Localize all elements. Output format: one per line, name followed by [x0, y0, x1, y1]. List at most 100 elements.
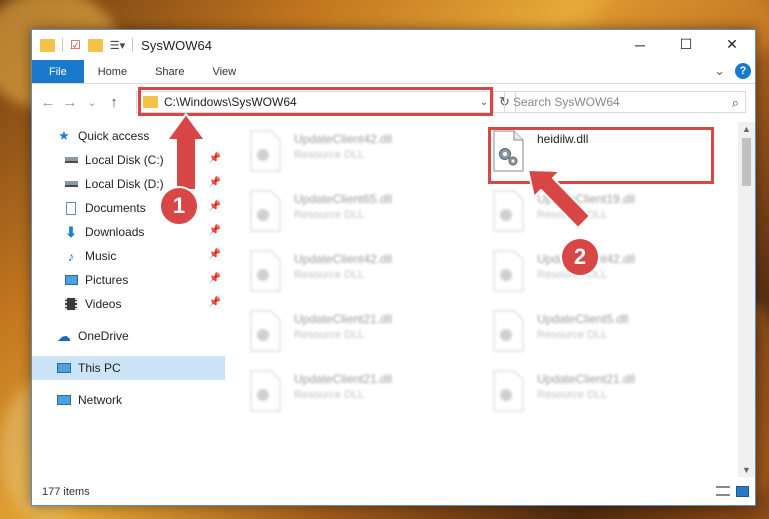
pin-icon[interactable]: 📌: [209, 297, 221, 308]
title-bar: ☑ ☰▾ SysWOW64 ─ ☐ ✕: [32, 30, 755, 60]
back-arrow-icon[interactable]: ←: [38, 94, 58, 111]
file-name: UpdateClient21.dll: [537, 372, 636, 386]
file-name: UpdateClient42.dll: [294, 252, 393, 266]
vertical-scrollbar[interactable]: ▲ ▼: [738, 122, 755, 477]
file-type: Resource DLL: [294, 329, 365, 341]
sidebar-item-quick-access[interactable]: ★ Quick access: [32, 124, 225, 148]
pin-icon[interactable]: 📌: [209, 201, 221, 212]
file-name: UpdateClient21.dll: [294, 372, 393, 386]
forward-arrow-icon[interactable]: →: [60, 94, 80, 111]
sidebar-item-label: Videos: [85, 297, 122, 311]
pin-icon[interactable]: 📌: [209, 153, 221, 164]
list-item[interactable]: UpdateClient42.dll Resource DLL: [249, 246, 479, 300]
maximize-button[interactable]: ☐: [663, 30, 709, 59]
expand-ribbon-icon[interactable]: ⌄: [714, 63, 725, 79]
downloads-icon: ⬇: [65, 223, 77, 240]
file-type: Resource DLL: [294, 209, 365, 221]
navigation-pane: ★ Quick access Local Disk (C:) 📌 Local D…: [32, 122, 225, 477]
file-name: UpdateClient21.dll: [294, 312, 393, 326]
pin-icon[interactable]: 📌: [209, 273, 221, 284]
search-input[interactable]: Search SysWOW64 ⌕: [504, 91, 746, 113]
sidebar-item-label: Documents: [85, 201, 146, 215]
file-name: UpdateClient19.dll: [537, 192, 636, 206]
tab-home[interactable]: Home: [84, 60, 141, 83]
pin-icon[interactable]: 📌: [209, 177, 221, 188]
tab-share[interactable]: Share: [141, 60, 198, 83]
tab-file[interactable]: File: [32, 60, 84, 83]
dll-file-icon: [492, 250, 525, 292]
network-icon: [56, 393, 72, 407]
list-item[interactable]: UpdateClient19.dll Resource DLL: [492, 186, 722, 240]
music-icon: ♪: [67, 248, 75, 264]
step-badge-2: 2: [560, 237, 600, 277]
file-type: Resource DLL: [294, 149, 365, 161]
step-badge-1: 1: [159, 186, 199, 226]
drive-icon: [63, 177, 79, 191]
documents-icon: [63, 201, 79, 215]
divider: [132, 38, 134, 52]
sidebar-item-label: Local Disk (C:): [85, 153, 164, 167]
dll-file-icon: [249, 310, 282, 352]
dll-file-icon: [492, 190, 525, 232]
properties-icon[interactable]: ☑: [70, 38, 81, 52]
new-folder-icon[interactable]: [87, 38, 103, 52]
scroll-down-icon[interactable]: ▼: [742, 465, 751, 475]
window-title: SysWOW64: [141, 37, 212, 53]
status-bar: 177 items: [32, 479, 755, 505]
ribbon-tabs: File Home Share View ⌄ ?: [32, 60, 755, 84]
pin-icon[interactable]: 📌: [209, 225, 221, 236]
list-item[interactable]: UpdateClient21.dll Resource DLL: [249, 366, 479, 420]
videos-icon: [63, 297, 79, 311]
dll-file-icon: [492, 310, 525, 352]
dll-file-icon: [249, 370, 282, 412]
file-name: UpdateClient65.dll: [294, 192, 393, 206]
sidebar-item-label: This PC: [78, 361, 121, 375]
help-icon[interactable]: ?: [735, 63, 751, 79]
file-highlight: [488, 127, 714, 184]
cloud-icon: ☁: [57, 327, 71, 344]
sidebar-item-music[interactable]: ♪ Music 📌: [32, 244, 225, 268]
file-type: Resource DLL: [294, 269, 365, 281]
file-type: Resource DLL: [537, 389, 608, 401]
list-item[interactable]: UpdateClient21.dll Resource DLL: [249, 306, 479, 360]
up-arrow-icon[interactable]: ↑: [104, 94, 124, 111]
quick-access-toolbar: ☑ ☰▾: [32, 38, 134, 52]
file-type: Resource DLL: [537, 329, 608, 341]
sidebar-item-onedrive[interactable]: ☁ OneDrive: [32, 324, 225, 348]
sidebar-item-this-pc[interactable]: This PC: [32, 356, 225, 380]
sidebar-item-local-disk-d[interactable]: Local Disk (D:) 📌: [32, 172, 225, 196]
list-item[interactable]: UpdateClient5.dll Resource DLL: [492, 306, 722, 360]
large-icons-view-icon[interactable]: [736, 486, 749, 497]
sidebar-item-label: Music: [85, 249, 117, 263]
sidebar-item-downloads[interactable]: ⬇ Downloads 📌: [32, 220, 225, 244]
sidebar-item-label: Local Disk (D:): [85, 177, 164, 191]
list-item[interactable]: UpdateClient42.dllResource DLL: [492, 246, 722, 300]
sidebar-item-videos[interactable]: Videos 📌: [32, 292, 225, 316]
recent-locations-icon[interactable]: ⌄: [82, 96, 102, 109]
dll-file-icon: [249, 250, 282, 292]
close-button[interactable]: ✕: [709, 30, 755, 59]
scrollbar-thumb[interactable]: [742, 138, 751, 186]
pin-icon[interactable]: 📌: [209, 249, 221, 260]
minimize-button[interactable]: ─: [617, 30, 663, 59]
sidebar-item-label: OneDrive: [78, 329, 129, 343]
divider: [62, 38, 63, 52]
search-placeholder: Search SysWOW64: [513, 95, 620, 109]
dll-file-icon: [249, 130, 282, 172]
sidebar-item-label: Quick access: [78, 129, 150, 143]
drive-icon: [63, 153, 79, 167]
sidebar-item-pictures[interactable]: Pictures 📌: [32, 268, 225, 292]
dll-file-icon: [249, 190, 282, 232]
list-item[interactable]: UpdateClient42.dllResource DLL: [249, 126, 479, 180]
computer-icon: [56, 361, 72, 375]
sidebar-item-local-disk-c[interactable]: Local Disk (C:) 📌: [32, 148, 225, 172]
tab-view[interactable]: View: [198, 60, 250, 83]
list-item[interactable]: UpdateClient65.dll Resource DLL: [249, 186, 479, 240]
sidebar-item-label: Network: [78, 393, 123, 407]
sidebar-item-network[interactable]: Network: [32, 388, 225, 412]
details-view-icon[interactable]: [716, 486, 730, 496]
search-icon: ⌕: [731, 95, 739, 110]
customize-qat-icon[interactable]: ☰▾: [110, 39, 125, 52]
list-item[interactable]: UpdateClient21.dll Resource DLL: [492, 366, 722, 420]
scroll-up-icon[interactable]: ▲: [742, 124, 751, 134]
